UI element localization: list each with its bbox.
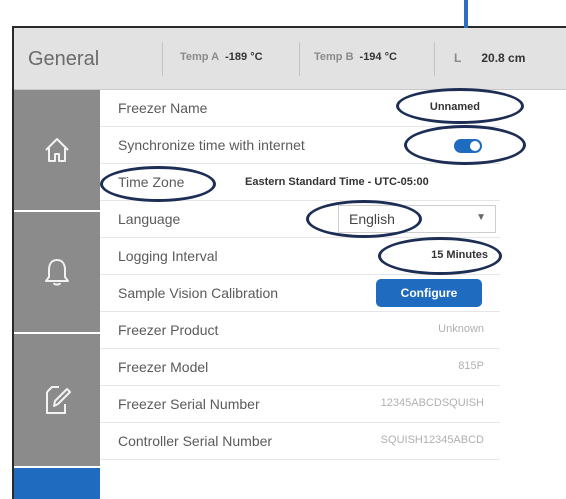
sidebar-item-alerts[interactable] bbox=[14, 212, 100, 334]
level-value: 20.8 cm bbox=[481, 51, 526, 65]
level-label: L bbox=[454, 51, 462, 65]
annotation-circle bbox=[100, 166, 216, 202]
configure-button[interactable]: Configure bbox=[376, 279, 482, 307]
sidebar bbox=[14, 90, 100, 499]
annotation-circle bbox=[404, 125, 526, 165]
controller-serial-value: SQUISH12345ABCD bbox=[380, 434, 484, 446]
status-header: General Temp A -189 °C Temp B -194 °C L 20.… bbox=[14, 28, 566, 90]
chevron-down-icon: ▼ bbox=[476, 212, 486, 223]
temp-a-label: Temp A bbox=[180, 51, 220, 63]
freezer-product-label: Freezer Product bbox=[118, 322, 219, 338]
annotation-circle bbox=[306, 200, 422, 238]
temp-a-value: -189 °C bbox=[225, 51, 263, 63]
sample-vision-label: Sample Vision Calibration bbox=[118, 285, 279, 301]
header-divider bbox=[434, 42, 435, 76]
serial-number-label: Freezer Serial Number bbox=[118, 396, 260, 412]
temp-a-readout: Temp A -189 °C bbox=[180, 51, 263, 63]
temp-b-value: -194 °C bbox=[359, 51, 397, 63]
sidebar-item-notes[interactable] bbox=[14, 334, 100, 468]
sidebar-item-home[interactable] bbox=[14, 90, 100, 212]
sample-vision-row: Sample Vision Calibration Configure bbox=[100, 275, 500, 312]
language-row: Language English ▼ bbox=[100, 201, 500, 238]
freezer-name-label: Freezer Name bbox=[118, 100, 208, 116]
page-title: General bbox=[28, 48, 100, 70]
time-zone-value[interactable]: Eastern Standard Time - UTC-05:00 bbox=[245, 176, 429, 188]
annotation-circle bbox=[396, 88, 524, 124]
serial-number-value: 12345ABCDSQUISH bbox=[380, 397, 484, 409]
controller-serial-label: Controller Serial Number bbox=[118, 433, 273, 449]
freezer-model-row: Freezer Model 815P bbox=[100, 349, 500, 386]
logging-interval-label: Logging Interval bbox=[118, 248, 218, 264]
home-icon bbox=[45, 138, 69, 162]
language-label: Language bbox=[118, 211, 181, 227]
freezer-model-label: Freezer Model bbox=[118, 359, 209, 375]
controller-serial-row: Controller Serial Number SQUISH12345ABCD bbox=[100, 423, 500, 460]
temp-b-readout: Temp B -194 °C bbox=[314, 51, 397, 63]
annotation-circle bbox=[378, 237, 502, 275]
freezer-product-row: Freezer Product Unknown bbox=[100, 312, 500, 349]
sync-time-label: Synchronize time with internet bbox=[118, 137, 305, 153]
edit-note-icon bbox=[46, 386, 71, 414]
bell-icon bbox=[45, 259, 69, 286]
level-readout: L 20.8 cm bbox=[454, 51, 525, 65]
header-divider bbox=[299, 42, 300, 76]
freezer-model-value: 815P bbox=[458, 360, 484, 372]
temp-b-label: Temp B bbox=[314, 51, 354, 63]
header-divider bbox=[162, 42, 163, 76]
serial-number-row: Freezer Serial Number 12345ABCDSQUISH bbox=[100, 386, 500, 423]
freezer-product-value: Unknown bbox=[438, 323, 484, 335]
sidebar-item-active[interactable] bbox=[14, 468, 100, 499]
